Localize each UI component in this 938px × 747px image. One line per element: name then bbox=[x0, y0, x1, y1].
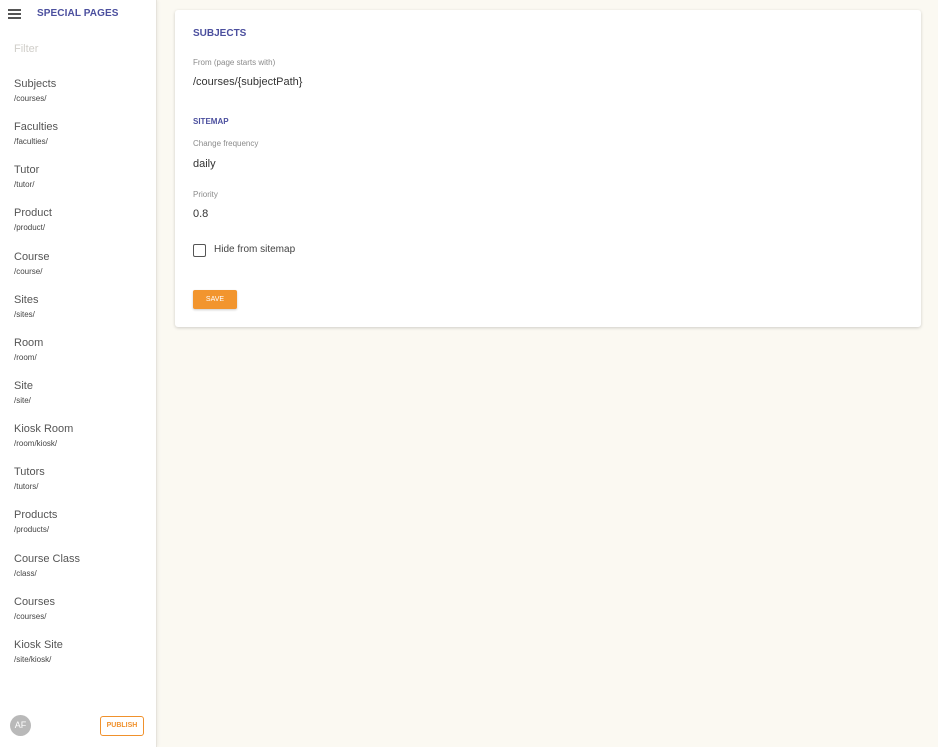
publish-button[interactable]: PUBLISH bbox=[100, 716, 144, 736]
priority-label: Priority bbox=[193, 190, 218, 199]
sidebar-title: SPECIAL PAGES bbox=[37, 8, 119, 19]
sidebar-item-path: /products/ bbox=[14, 525, 50, 535]
sidebar-item-courses[interactable]: Courses /courses/ bbox=[0, 595, 156, 638]
sidebar-item-label: Subjects bbox=[14, 78, 57, 90]
sidebar-item-label: Kiosk Site bbox=[14, 638, 63, 651]
change-frequency-label: Change frequency bbox=[193, 139, 259, 148]
special-pages-list: Subjects /courses/ Faculties /faculties/… bbox=[0, 77, 156, 681]
sidebar-item-path: /site/ bbox=[14, 395, 31, 405]
sidebar-item-path: /faculties/ bbox=[14, 137, 48, 147]
sidebar-item-label: Faculties bbox=[14, 121, 59, 134]
sidebar-item-subjects[interactable]: Subjects /courses/ bbox=[0, 77, 156, 120]
sidebar-item-path: /class/ bbox=[14, 568, 37, 578]
sidebar-item-path: /tutor/ bbox=[14, 180, 35, 190]
sidebar-item-label: Course bbox=[14, 250, 50, 263]
sitemap-section-title: SITEMAP bbox=[193, 117, 229, 126]
sidebar-item-label: Site bbox=[14, 379, 33, 392]
sidebar-item-sites[interactable]: Sites /sites/ bbox=[0, 293, 156, 336]
sidebar-item-product[interactable]: Product /product/ bbox=[0, 206, 156, 249]
sidebar-item-path: /room/kiosk/ bbox=[14, 439, 58, 449]
sidebar-item-path: /courses/ bbox=[14, 611, 47, 621]
sidebar-item-tutor[interactable]: Tutor /tutor/ bbox=[0, 163, 156, 206]
avatar[interactable]: AF bbox=[10, 715, 31, 736]
sidebar-item-label: Courses bbox=[14, 595, 55, 608]
sidebar-item-label: Tutor bbox=[14, 164, 40, 177]
sidebar-item-label: Room bbox=[14, 336, 44, 349]
sidebar-item-course-class[interactable]: Course Class /class/ bbox=[0, 552, 156, 595]
priority-field[interactable]: 0.8 bbox=[193, 208, 208, 220]
hide-from-sitemap-label[interactable]: Hide from sitemap bbox=[214, 244, 295, 255]
sidebar-item-products[interactable]: Products /products/ bbox=[0, 508, 156, 551]
sidebar-item-course[interactable]: Course /course/ bbox=[0, 250, 156, 293]
sidebar-item-label: Tutors bbox=[14, 466, 45, 479]
sidebar-item-path: /courses/ bbox=[14, 94, 47, 103]
subjects-settings-card: SUBJECTS From (page starts with) /course… bbox=[175, 10, 921, 327]
sidebar-item-path: /sites/ bbox=[14, 309, 35, 319]
sidebar: SPECIAL PAGES Subjects /courses/ Faculti… bbox=[0, 0, 157, 747]
sidebar-item-room[interactable]: Room /room/ bbox=[0, 336, 156, 379]
sidebar-item-path: /course/ bbox=[14, 266, 43, 276]
sidebar-item-faculties[interactable]: Faculties /faculties/ bbox=[0, 120, 156, 163]
sidebar-item-kiosk-room[interactable]: Kiosk Room /room/kiosk/ bbox=[0, 422, 156, 465]
hamburger-menu-icon[interactable] bbox=[8, 9, 21, 19]
sidebar-header: SPECIAL PAGES bbox=[0, 0, 157, 28]
page-title: SUBJECTS bbox=[193, 28, 247, 39]
from-label: From (page starts with) bbox=[193, 58, 276, 67]
filter-input[interactable] bbox=[14, 41, 144, 57]
sidebar-item-site[interactable]: Site /site/ bbox=[0, 379, 156, 422]
sidebar-footer: AF PUBLISH bbox=[0, 707, 157, 747]
sidebar-item-path: /site/kiosk/ bbox=[14, 654, 52, 664]
hide-from-sitemap-checkbox[interactable] bbox=[193, 244, 206, 257]
from-value-field[interactable]: /courses/{subjectPath} bbox=[193, 76, 302, 88]
sidebar-item-label: Product bbox=[14, 207, 52, 220]
sidebar-item-path: /product/ bbox=[14, 223, 46, 233]
sidebar-item-label: Course Class bbox=[14, 552, 81, 565]
sidebar-item-path: /room/ bbox=[14, 352, 37, 362]
sidebar-item-label: Sites bbox=[14, 293, 39, 306]
sidebar-item-label: Kiosk Room bbox=[14, 423, 74, 436]
save-button[interactable]: SAVE bbox=[193, 290, 237, 309]
sidebar-item-label: Products bbox=[14, 509, 58, 522]
change-frequency-field[interactable]: daily bbox=[193, 158, 216, 170]
sidebar-item-path: /tutors/ bbox=[14, 482, 39, 492]
sidebar-item-kiosk-site[interactable]: Kiosk Site /site/kiosk/ bbox=[0, 638, 156, 681]
sidebar-item-tutors[interactable]: Tutors /tutors/ bbox=[0, 465, 156, 508]
